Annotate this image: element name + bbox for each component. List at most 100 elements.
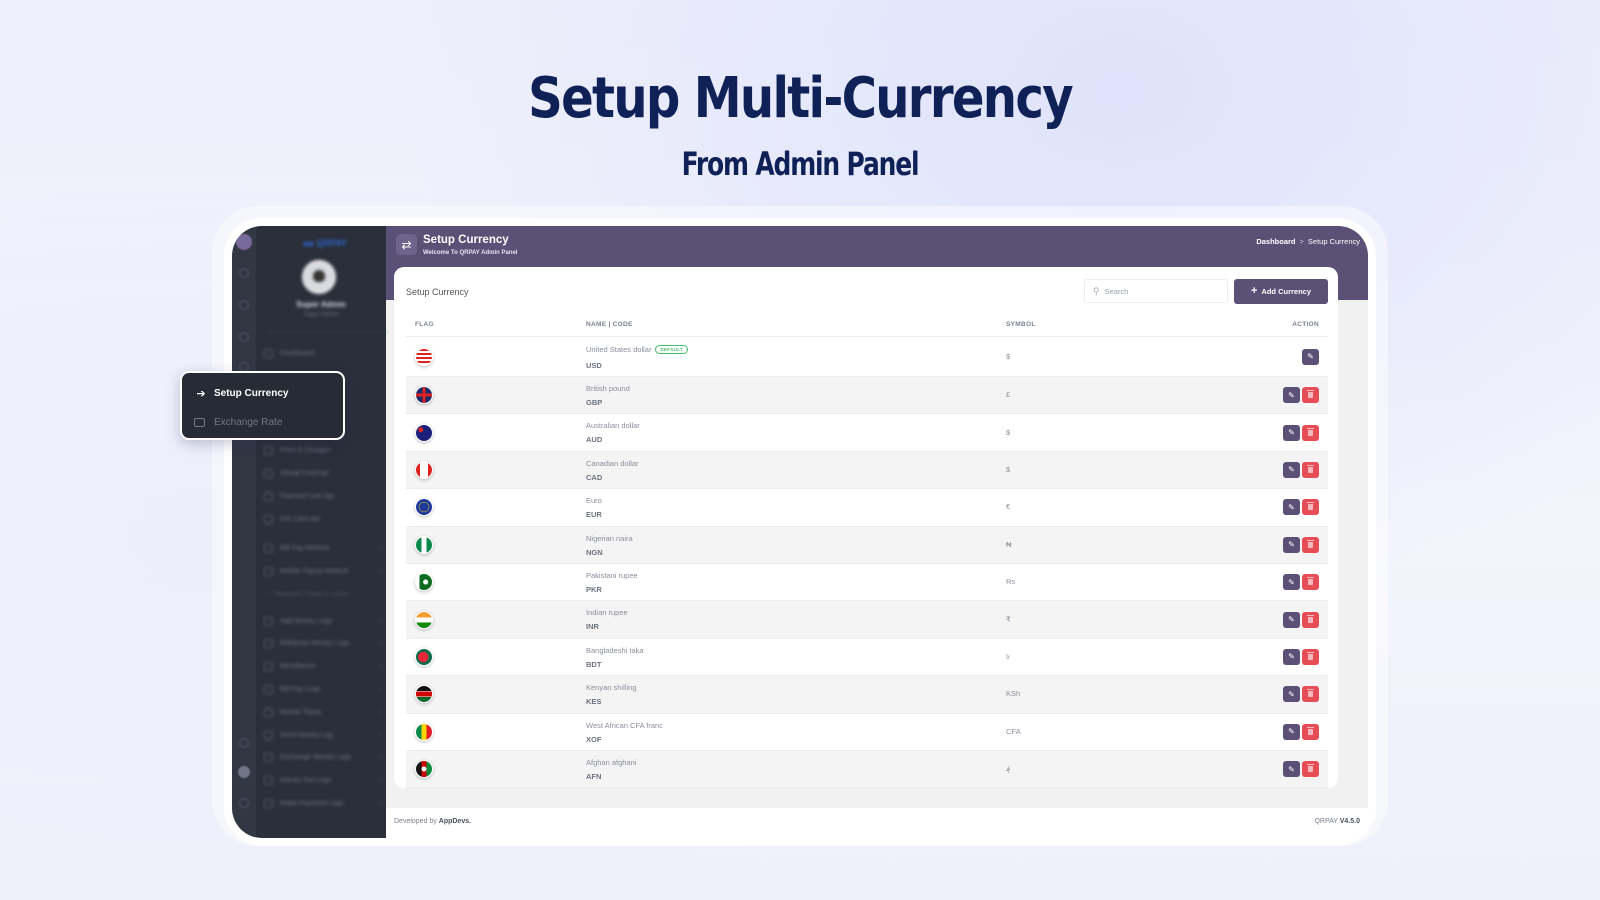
- row-actions: ✎: [1283, 499, 1319, 516]
- sidebar-item[interactable]: Add Money Logs ›: [264, 614, 382, 628]
- card-title: Setup Currency: [406, 287, 469, 297]
- hero-title: Setup Multi-Currency: [528, 66, 1073, 131]
- trash-icon: [1307, 614, 1314, 623]
- sidebar-item[interactable]: Money Out Logs ›: [264, 774, 382, 788]
- row-actions: ✎: [1283, 461, 1319, 478]
- edit-button[interactable]: ✎: [1302, 348, 1319, 365]
- currency-name: Australian dollar: [586, 421, 640, 431]
- edit-button[interactable]: ✎: [1283, 461, 1300, 478]
- sidebar-item-label: Bill Pay Logs: [280, 685, 321, 693]
- sidebar-item[interactable]: Exchange Money Logs ›: [264, 751, 382, 765]
- delete-button[interactable]: [1302, 574, 1319, 591]
- brand-logo[interactable]: QRPAY: [304, 238, 347, 248]
- rail-logo-icon[interactable]: [236, 234, 252, 250]
- currency-submenu-popover: ➔ Setup Currency Exchange Rate: [180, 371, 345, 440]
- page-subtitle: Welcome To QRPAY Admin Panel: [423, 250, 518, 256]
- bell-icon[interactable]: [239, 332, 249, 342]
- edit-button[interactable]: ✎: [1283, 574, 1300, 591]
- add-currency-label: Add Currency: [1261, 287, 1312, 296]
- flag-ng-icon: [415, 535, 433, 554]
- power-icon[interactable]: [239, 798, 249, 808]
- phone-icon: [264, 566, 273, 576]
- submenu-setup-currency[interactable]: ➔ Setup Currency: [194, 385, 288, 401]
- footer: Developed by AppDevs. QRPAY V4.5.0: [386, 808, 1368, 838]
- sidebar-item[interactable]: Bill Pay Logs ›: [264, 682, 382, 696]
- globe-icon[interactable]: [239, 300, 249, 310]
- edit-button[interactable]: ✎: [1283, 648, 1300, 665]
- delete-button[interactable]: [1302, 686, 1319, 703]
- sidebar-item[interactable]: Make Payment Logs ›: [264, 796, 382, 810]
- currency-name-cell: British pound: [586, 384, 630, 393]
- sidebar-item[interactable]: Bill Pay Method ›: [264, 541, 382, 555]
- breadcrumb-dashboard[interactable]: Dashboard: [1256, 237, 1295, 246]
- delete-button[interactable]: [1302, 461, 1319, 478]
- withdraw-icon: [264, 639, 273, 649]
- sidebar-item-label: Remittance: [280, 663, 316, 671]
- submenu-exchange-rate[interactable]: Exchange Rate: [194, 414, 282, 430]
- sidebar-item[interactable]: Dashboard: [264, 346, 382, 360]
- currency-name: Bangladeshi taka: [586, 645, 644, 655]
- flag-eu-icon: [415, 498, 433, 517]
- row-actions: ✎: [1283, 387, 1319, 404]
- delete-button[interactable]: [1302, 499, 1319, 516]
- search-input[interactable]: ⚲ Search: [1084, 279, 1228, 303]
- currency-name-cell: Pakistani rupee: [586, 571, 638, 580]
- add-currency-button[interactable]: + Add Currency: [1234, 279, 1328, 304]
- user-icon[interactable]: [238, 766, 250, 778]
- delete-button[interactable]: [1302, 424, 1319, 441]
- bag-icon: [264, 684, 273, 694]
- sidebar-item-label: Bill Pay Method: [280, 544, 329, 552]
- avatar[interactable]: [302, 260, 336, 294]
- edit-button[interactable]: ✎: [1283, 686, 1300, 703]
- sidebar-item[interactable]: Payment Link Api: [264, 489, 382, 503]
- delete-button[interactable]: [1302, 387, 1319, 404]
- sidebar: QRPAY Super Admin Super Admin Dashboard …: [256, 226, 407, 838]
- sidebar-item[interactable]: Gift Card Api: [264, 512, 382, 526]
- delete-button[interactable]: [1302, 761, 1319, 778]
- table-row: Bangladeshi taka BDT ৳ ✎: [406, 639, 1328, 677]
- delete-button[interactable]: [1302, 536, 1319, 553]
- flag-af-icon: [415, 760, 433, 779]
- currency-name: West African CFA franc: [586, 720, 663, 730]
- flag-us-icon: [415, 347, 433, 366]
- chevron-right-icon: ›: [379, 754, 382, 762]
- delete-button[interactable]: [1302, 723, 1319, 740]
- sidebar-item[interactable]: Fees & Charges: [264, 443, 382, 457]
- edit-button[interactable]: ✎: [1283, 424, 1300, 441]
- developer-link[interactable]: AppDevs.: [439, 818, 471, 825]
- chevron-right-icon: ›: [379, 544, 382, 552]
- sidebar-item[interactable]: Remittance ›: [264, 660, 382, 674]
- delete-button[interactable]: [1302, 611, 1319, 628]
- currency-symbol: Rs: [1006, 577, 1016, 587]
- chevron-right-icon: ›: [379, 685, 382, 693]
- currency-code: GBP: [586, 398, 603, 407]
- edit-button[interactable]: ✎: [1283, 723, 1300, 740]
- sidebar-item[interactable]: Withdraw Money Logs ›: [264, 637, 382, 651]
- sidebar-item-label: Payment Link Api: [280, 492, 335, 500]
- sidebar-item[interactable]: Mobile TopUp Method ›: [264, 564, 382, 578]
- currency-name: Afghan afghani: [586, 757, 637, 767]
- edit-button[interactable]: ✎: [1283, 761, 1300, 778]
- currency-code: INR: [586, 622, 599, 632]
- edit-button[interactable]: ✎: [1283, 611, 1300, 628]
- send-icon: [264, 730, 273, 740]
- column-flag: FLAG: [415, 321, 434, 328]
- edit-button[interactable]: ✎: [1283, 499, 1300, 516]
- sidebar-item[interactable]: Send Money Log ›: [264, 728, 382, 742]
- currency-code: EUR: [586, 510, 602, 520]
- edit-button[interactable]: ✎: [1283, 387, 1300, 404]
- currency-symbol: £: [1006, 390, 1011, 400]
- currency-name-cell: Kenyan shilling: [586, 683, 636, 692]
- submenu-exchange-rate-label: Exchange Rate: [214, 416, 283, 428]
- delete-button[interactable]: [1302, 648, 1319, 665]
- sidebar-item[interactable]: Mobile Topup ›: [264, 705, 382, 719]
- currency-name: United States dollar: [586, 345, 652, 354]
- sidebar-item-label: Make Payment Logs: [280, 799, 344, 807]
- table-row: Kenyan shilling KES KSh ✎: [406, 676, 1328, 714]
- hero-subtitle: From Admin Panel: [681, 145, 920, 183]
- edit-button[interactable]: ✎: [1283, 536, 1300, 553]
- search-icon[interactable]: [239, 268, 249, 278]
- sidebar-item[interactable]: Virtual Card Api: [264, 466, 382, 480]
- support-icon[interactable]: [239, 738, 249, 748]
- footer-credit: Developed by AppDevs.: [394, 818, 471, 825]
